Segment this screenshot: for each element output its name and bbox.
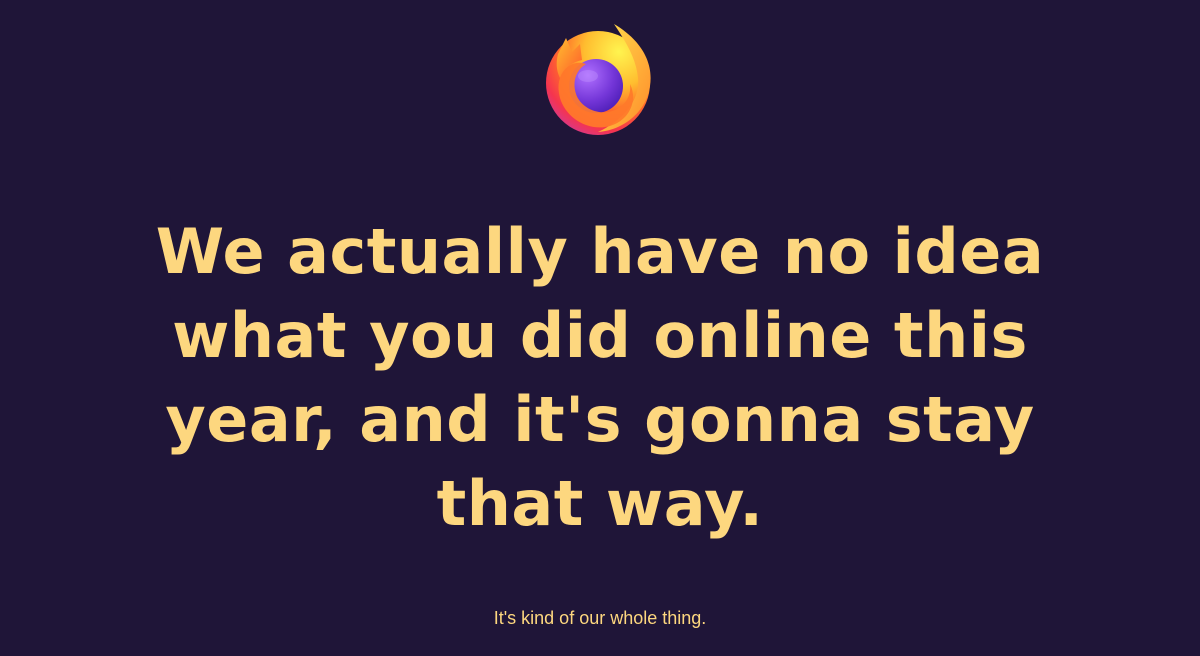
tagline: It's kind of our whole thing. — [493, 608, 707, 628]
firefox-logo-icon — [542, 20, 658, 136]
page: We actually have no idea what you did on… — [0, 0, 1200, 656]
headline: We actually have no idea what you did on… — [155, 215, 1045, 540]
